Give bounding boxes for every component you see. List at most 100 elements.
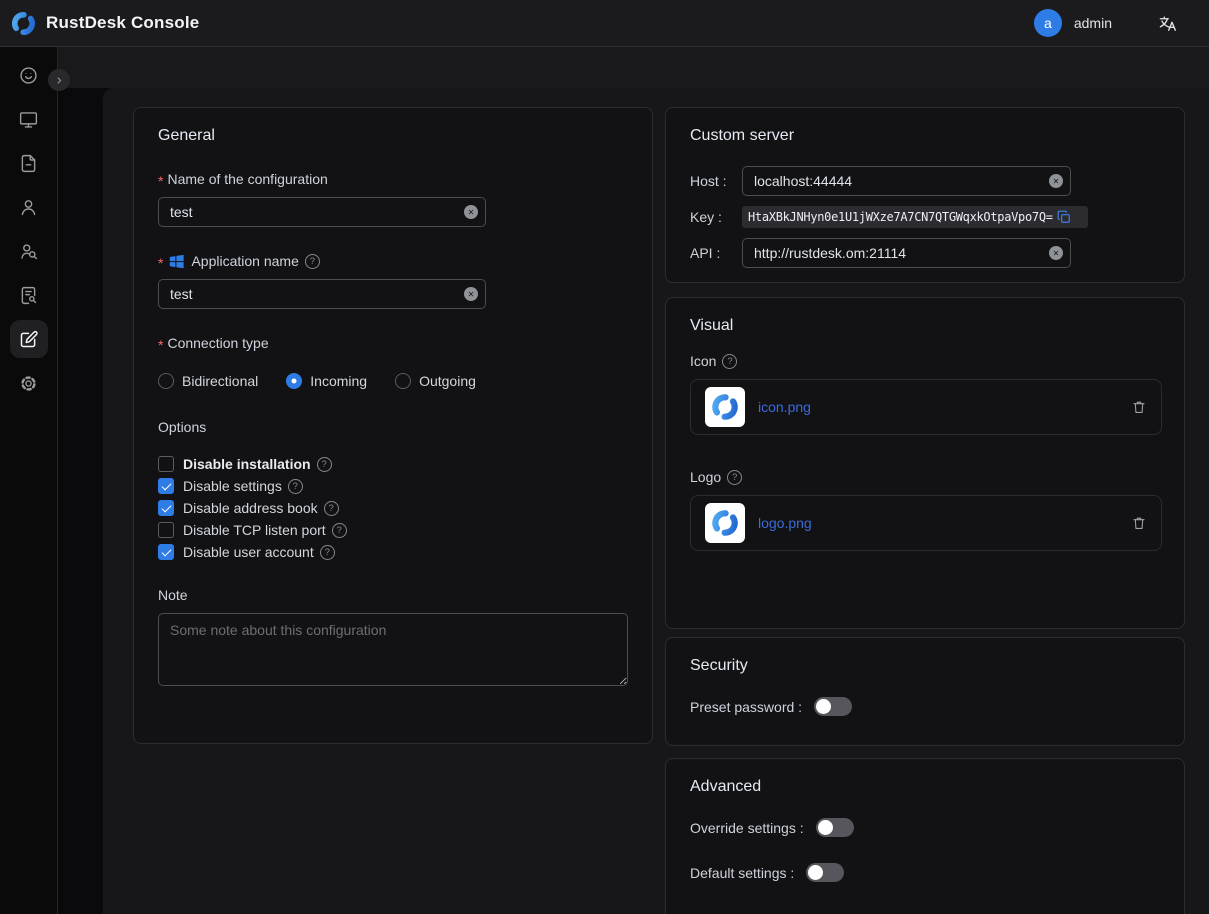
host-input[interactable] [743, 167, 1070, 195]
default-settings-toggle[interactable] [806, 863, 844, 882]
sidebar-item-groups[interactable] [0, 229, 58, 273]
user-avatar[interactable]: a [1034, 9, 1062, 37]
gear-icon [10, 364, 48, 402]
rustdesk-console-app: RustDesk Console a admin [0, 0, 1209, 914]
checkbox-disable-installation[interactable]: Disable installation ? [158, 453, 628, 475]
sidebar-item-devices[interactable] [0, 97, 58, 141]
custom-server-title: Custom server [690, 108, 1160, 145]
host-input-wrap: ✕ [742, 166, 1071, 196]
top-header: RustDesk Console a admin [0, 0, 1209, 47]
checkbox-label: Disable TCP listen port [183, 522, 326, 538]
custom-server-panel: Custom server Host : ✕ Key : HtaXBkJNHyn… [665, 107, 1185, 283]
required-mark: * [158, 337, 163, 353]
help-icon[interactable]: ? [317, 457, 332, 472]
checkbox-disable-tcp-listen-port[interactable]: Disable TCP listen port ? [158, 519, 628, 541]
main-content: General * Name of the configuration ✕ * … [103, 88, 1209, 914]
checkbox-box[interactable] [158, 522, 174, 538]
app-title: RustDesk Console [46, 13, 199, 33]
icon-label: Icon ? [690, 353, 1160, 369]
checkbox-label: Disable address book [183, 500, 318, 516]
help-icon[interactable]: ? [320, 545, 335, 560]
checkbox-box[interactable] [158, 500, 174, 516]
general-title: General [158, 108, 628, 145]
radio-incoming[interactable]: Incoming [286, 373, 367, 389]
logo-file-link[interactable]: logo.png [758, 515, 812, 531]
sidebar-item-users[interactable] [0, 185, 58, 229]
help-icon[interactable]: ? [722, 354, 737, 369]
preset-password-toggle[interactable] [814, 697, 852, 716]
sidebar-item-custom-clients[interactable] [0, 317, 58, 361]
clear-icon[interactable]: ✕ [464, 287, 478, 301]
monitor-icon [10, 100, 48, 138]
sidebar-item-audit[interactable] [0, 141, 58, 185]
checkbox-label: Disable installation [183, 456, 311, 472]
radio-dot[interactable] [286, 373, 302, 389]
host-row: Host : ✕ [690, 166, 1160, 196]
user-name[interactable]: admin [1074, 15, 1112, 31]
copy-icon[interactable] [1057, 210, 1071, 224]
preset-password-row: Preset password : [690, 697, 1160, 716]
server-key-value: HtaXBkJNHyn0e1U1jWXze7A7CN7QTGWqxkOtpaVp… [748, 210, 1053, 224]
help-icon[interactable]: ? [332, 523, 347, 538]
radio-dot[interactable] [158, 373, 174, 389]
checkbox-box[interactable] [158, 456, 174, 472]
checkbox-box[interactable] [158, 544, 174, 560]
radio-dot[interactable] [395, 373, 411, 389]
key-row: Key : HtaXBkJNHyn0e1U1jWXze7A7CN7QTGWqxk… [690, 206, 1160, 228]
sidebar-item-settings[interactable] [0, 361, 58, 405]
sidebar-collapse-button[interactable] [48, 69, 70, 91]
clear-icon[interactable]: ✕ [464, 205, 478, 219]
api-input[interactable] [743, 239, 1070, 267]
checkbox-disable-settings[interactable]: Disable settings ? [158, 475, 628, 497]
logo-file-item: logo.png [690, 495, 1162, 551]
default-settings-label: Default settings : [690, 865, 794, 881]
config-name-input[interactable] [159, 198, 485, 226]
note-textarea[interactable] [158, 613, 628, 686]
trash-icon[interactable] [1131, 515, 1147, 531]
app-name-label: * Application name ? [158, 253, 628, 269]
document-search-icon [10, 276, 48, 314]
clear-icon[interactable]: ✕ [1049, 174, 1063, 188]
document-icon [10, 144, 48, 182]
help-icon[interactable]: ? [727, 470, 742, 485]
config-name-input-wrap: ✕ [158, 197, 486, 227]
override-settings-toggle[interactable] [816, 818, 854, 837]
language-switch-icon[interactable] [1158, 14, 1177, 33]
sidebar-item-address-books[interactable] [0, 273, 58, 317]
radio-label: Incoming [310, 373, 367, 389]
override-settings-row: Override settings : [690, 818, 1160, 837]
security-title: Security [690, 638, 1160, 675]
icon-thumbnail [705, 387, 745, 427]
checkbox-disable-address-book[interactable]: Disable address book ? [158, 497, 628, 519]
checkbox-disable-user-account[interactable]: Disable user account ? [158, 541, 628, 563]
help-icon[interactable]: ? [305, 254, 320, 269]
connection-type-radio-group: Bidirectional Incoming Outgoing [158, 373, 628, 389]
general-panel: General * Name of the configuration ✕ * … [133, 107, 653, 744]
clear-icon[interactable]: ✕ [1049, 246, 1063, 260]
visual-panel: Visual Icon ? icon.png Lo [665, 297, 1185, 629]
advanced-title: Advanced [690, 759, 1160, 796]
options-checkbox-group: Disable installation ? Disable settings … [158, 453, 628, 563]
help-icon[interactable]: ? [288, 479, 303, 494]
required-mark: * [158, 173, 163, 189]
app-name-label-text: Application name [191, 253, 298, 269]
radio-outgoing[interactable]: Outgoing [395, 373, 476, 389]
icon-file-link[interactable]: icon.png [758, 399, 811, 415]
toolbar-band [58, 47, 1209, 88]
override-settings-label: Override settings : [690, 820, 804, 836]
brand[interactable]: RustDesk Console [10, 10, 199, 37]
api-row: API : ✕ [690, 238, 1160, 268]
checkbox-box[interactable] [158, 478, 174, 494]
user-search-icon [10, 232, 48, 270]
server-key-chip: HtaXBkJNHyn0e1U1jWXze7A7CN7QTGWqxkOtpaVp… [742, 206, 1088, 228]
app-name-input[interactable] [159, 280, 485, 308]
radio-label: Outgoing [419, 373, 476, 389]
trash-icon[interactable] [1131, 399, 1147, 415]
radio-bidirectional[interactable]: Bidirectional [158, 373, 258, 389]
note-label: Note [158, 587, 628, 603]
help-icon[interactable]: ? [324, 501, 339, 516]
options-label: Options [158, 419, 628, 435]
security-panel: Security Preset password : [665, 637, 1185, 746]
logo-thumbnail [705, 503, 745, 543]
edit-icon [10, 320, 48, 358]
